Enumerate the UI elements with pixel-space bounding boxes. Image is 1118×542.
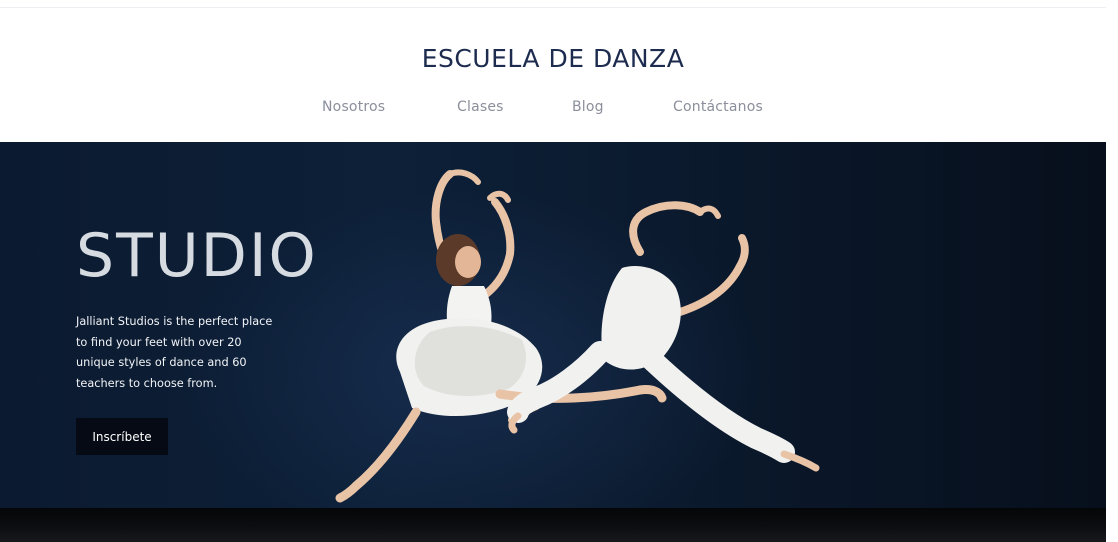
- dancers-image: [335, 169, 820, 503]
- site-logo[interactable]: ESCUELA DE DANZA: [0, 44, 1106, 73]
- nav-item-nosotros[interactable]: Nosotros: [322, 99, 385, 115]
- nav-item-contactanos[interactable]: Contáctanos: [673, 99, 763, 115]
- main-nav: Nosotros Clases Blog Contáctanos: [0, 99, 1106, 121]
- hero-description: Jalliant Studios is the perfect place to…: [76, 315, 273, 390]
- hero-title: STUDIO: [76, 221, 318, 291]
- nav-item-blog[interactable]: Blog: [572, 99, 604, 115]
- signup-button[interactable]: Inscríbete: [76, 418, 168, 455]
- nav-item-clases[interactable]: Clases: [457, 99, 504, 115]
- top-divider: [0, 7, 1106, 8]
- scrollbar-gutter: [1106, 0, 1118, 542]
- hero-bottom-strip: [0, 508, 1106, 542]
- male-dancer-figure: [507, 201, 820, 472]
- hero-banner: STUDIO Jalliant Studios is the perfect p…: [0, 142, 1106, 508]
